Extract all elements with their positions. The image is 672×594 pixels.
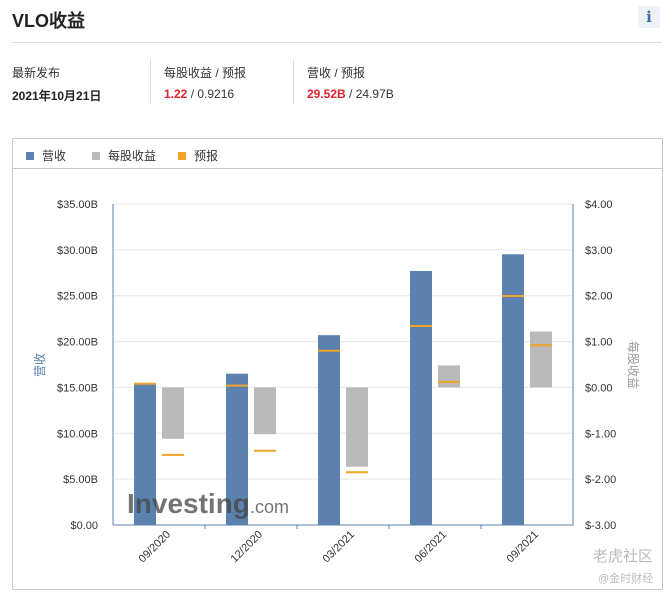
left-tick-label: $15.00B	[57, 382, 98, 394]
left-tick-label: $25.00B	[57, 291, 98, 303]
x-tick-label: 12/2020	[229, 529, 266, 566]
left-axis-title: 营收	[33, 353, 47, 377]
site-watermark-secondary: @金时财经	[598, 573, 654, 585]
x-tick-label: 09/2020	[137, 529, 174, 566]
right-tick-label: $0.00	[585, 382, 613, 394]
revenue-bar	[318, 335, 340, 525]
eps-bar	[162, 387, 184, 439]
right-tick-label: $-1.00	[585, 428, 616, 440]
brand-watermark: Investing	[127, 488, 250, 519]
right-tick-label: $-3.00	[585, 520, 616, 532]
right-tick-label: $1.00	[585, 337, 613, 349]
eps-bar	[438, 365, 460, 388]
x-tick-label: 09/2021	[505, 529, 542, 566]
eps-bar	[346, 387, 368, 467]
chart-plot: 09/2020 12/2020 03/2021 06/2021 09/2021 $0.00…	[33, 199, 641, 566]
right-axis-title: 每股收益	[626, 341, 641, 389]
right-tick-label: $2.00	[585, 291, 613, 303]
revenue-bar	[410, 270, 432, 525]
left-tick-label: $5.00B	[63, 474, 98, 486]
brand-watermark-suffix: .com	[250, 497, 289, 517]
site-watermark: 老虎社区	[593, 548, 654, 565]
eps-bar	[530, 331, 552, 388]
left-tick-label: $35.00B	[57, 199, 98, 211]
left-tick-label: $0.00	[70, 520, 98, 532]
left-tick-label: $20.00B	[57, 337, 98, 349]
left-tick-label: $10.00B	[57, 428, 98, 440]
right-tick-label: $4.00	[585, 199, 613, 211]
eps-bar	[254, 387, 276, 435]
right-tick-label: $-2.00	[585, 474, 616, 486]
x-tick-label: 06/2021	[413, 529, 450, 566]
x-tick-label: 03/2021	[321, 529, 358, 566]
right-tick-label: $3.00	[585, 245, 613, 257]
revenue-bar	[502, 254, 524, 525]
left-tick-label: $30.00B	[57, 245, 98, 257]
